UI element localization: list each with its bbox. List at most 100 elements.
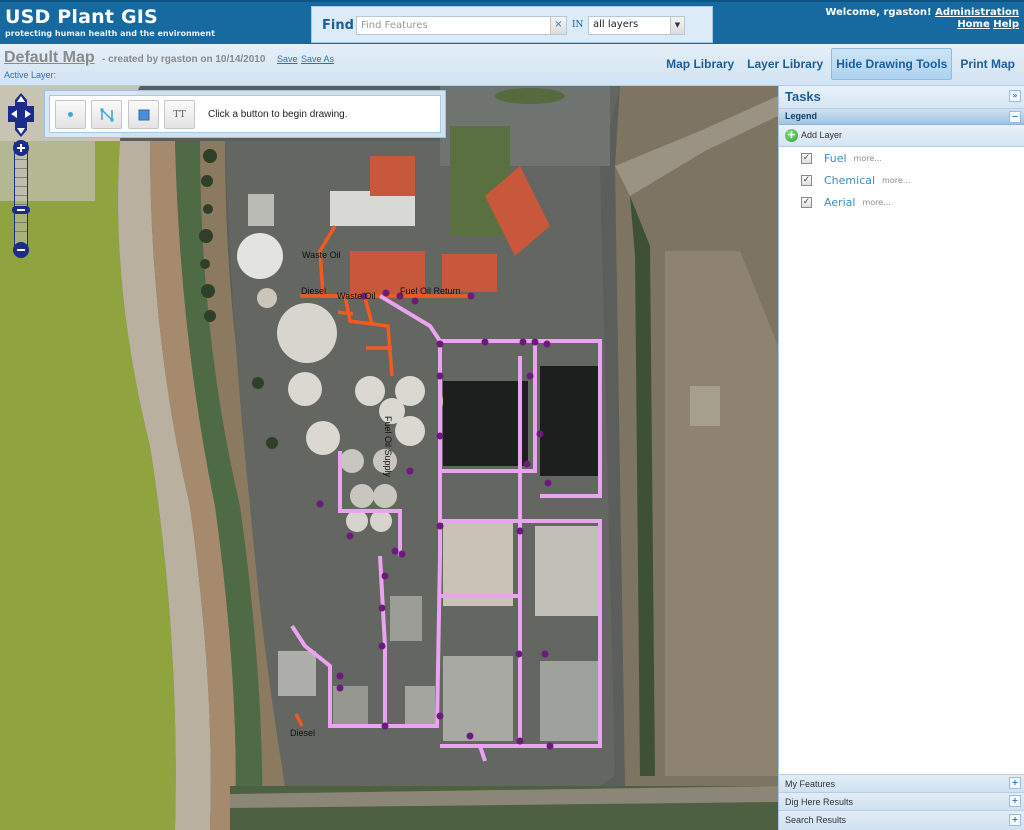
building [535, 526, 600, 616]
clarifier [277, 303, 337, 363]
text-icon: TT [173, 109, 186, 120]
drawing-hint: Click a button to begin drawing. [208, 109, 348, 120]
search-results-section[interactable]: Search Results + [779, 810, 1024, 830]
layer-library-link[interactable]: Layer Library [742, 48, 828, 80]
dig-here-results-label: Dig Here Results [785, 797, 854, 807]
label-diesel-2: Diesel [290, 728, 315, 738]
tasks-panel: Tasks » Legend − + Add Layer ✓ Fuel more… [778, 86, 1024, 830]
administration-link[interactable]: Administration [935, 7, 1019, 18]
building [540, 661, 600, 741]
map-canvas[interactable]: Waste Oil Diesel Waste Oil Fuel Oil Retu… [0, 86, 778, 830]
layer-name-chemical[interactable]: Chemical [824, 174, 875, 187]
draw-polygon-button[interactable] [128, 100, 159, 129]
dirt-lot [665, 251, 778, 776]
hide-drawing-tools-button[interactable]: Hide Drawing Tools [831, 48, 953, 80]
legend-title: Legend [785, 111, 818, 121]
building [278, 651, 316, 696]
draw-point-button[interactable] [55, 100, 86, 129]
pan-zoom-control [6, 92, 36, 260]
red-roof-building [370, 156, 415, 196]
user-area: Welcome, rgaston! Administration Home He… [825, 7, 1019, 31]
layer-checkbox-chemical[interactable]: ✓ [801, 174, 812, 186]
building [333, 686, 368, 726]
tank [257, 288, 277, 308]
home-link[interactable]: Home [957, 19, 989, 30]
drawing-toolbar-inner: TT Click a button to begin drawing. [49, 95, 441, 133]
tank [288, 372, 322, 406]
active-layer-label: Active Layer: [4, 70, 57, 80]
find-features-input[interactable] [357, 17, 550, 34]
find-label: Find [322, 18, 354, 33]
drawing-toolbar: TT Click a button to begin drawing. [44, 90, 446, 138]
tank [306, 421, 340, 455]
layer-checkbox-fuel[interactable]: ✓ [801, 152, 812, 164]
building [390, 596, 422, 641]
expand-icon[interactable]: + [1009, 795, 1021, 807]
app-title: USD Plant GIS [5, 6, 158, 28]
point-icon [68, 112, 73, 117]
label-diesel: Diesel [301, 286, 326, 296]
layer-more-fuel[interactable]: more... [854, 154, 882, 163]
digester [370, 510, 392, 532]
map-title[interactable]: Default Map [4, 49, 95, 67]
aerial-imagery: Waste Oil Diesel Waste Oil Fuel Oil Retu… [0, 86, 778, 830]
building [443, 656, 513, 741]
roundabout [495, 88, 565, 104]
save-as-link[interactable]: Save As [301, 54, 334, 64]
print-map-link[interactable]: Print Map [955, 48, 1020, 80]
app-tagline: protecting human health and the environm… [5, 29, 215, 38]
my-features-section[interactable]: My Features + [779, 774, 1024, 792]
tasks-header: Tasks » [779, 86, 1024, 108]
layer-more-aerial[interactable]: more... [862, 198, 890, 207]
shed [690, 386, 720, 426]
digester [340, 449, 364, 473]
draw-line-button[interactable] [91, 100, 122, 129]
chevron-down-icon[interactable]: ▼ [670, 17, 684, 34]
app-header: USD Plant GIS protecting human health an… [0, 0, 1024, 44]
collapse-legend-icon[interactable]: − [1009, 111, 1021, 123]
tank [395, 416, 425, 446]
polygon-icon [138, 109, 149, 120]
label-waste-oil: Waste Oil [302, 250, 341, 260]
collapse-panel-icon[interactable]: » [1009, 90, 1021, 102]
legend-layer-chemical: ✓ Chemical more... [801, 171, 910, 189]
in-label: IN [572, 20, 584, 30]
map-meta: - created by rgaston on 10/14/2010 [102, 54, 266, 65]
layer-name-aerial[interactable]: Aerial [824, 196, 855, 209]
dig-here-results-section[interactable]: Dig Here Results + [779, 792, 1024, 810]
layer-more-chemical[interactable]: more... [882, 176, 910, 185]
expand-icon[interactable]: + [1009, 777, 1021, 789]
add-layer-button[interactable]: + Add Layer [779, 125, 1024, 147]
help-link[interactable]: Help [993, 19, 1019, 30]
polyline-icon [100, 107, 113, 122]
digester [350, 484, 374, 508]
save-link[interactable]: Save [277, 54, 298, 64]
label-fuel-oil-return: Fuel Oil Return [400, 286, 461, 296]
brand: USD Plant GIS protecting human health an… [5, 6, 215, 39]
welcome-text: Welcome, rgaston! [825, 7, 932, 18]
tank [237, 233, 283, 279]
search-scope-select[interactable]: all layers ▼ [588, 16, 685, 35]
find-panel: Find × IN all layers ▼ [311, 6, 713, 43]
layer-checkbox-aerial[interactable]: ✓ [801, 196, 812, 208]
my-features-label: My Features [785, 779, 836, 789]
basin [540, 366, 600, 476]
draw-text-button[interactable]: TT [164, 100, 195, 129]
building [248, 194, 274, 226]
add-layer-label: Add Layer [801, 130, 843, 140]
zoom-slider-track[interactable] [14, 142, 28, 246]
clear-search-icon[interactable]: × [550, 17, 566, 34]
building [405, 686, 435, 724]
layer-name-fuel[interactable]: Fuel [824, 152, 847, 165]
map-toolbar: Default Map - created by rgaston on 10/1… [0, 44, 1024, 86]
basin [443, 381, 528, 466]
pan-control [8, 93, 34, 137]
add-circle-icon: + [785, 128, 798, 142]
legend-header[interactable]: Legend − [779, 108, 1024, 125]
expand-icon[interactable]: + [1009, 814, 1021, 826]
map-library-link[interactable]: Map Library [661, 48, 739, 80]
label-fuel-oil-supply: Fuel Oil Supply [383, 416, 393, 478]
building [330, 191, 415, 226]
tasks-title: Tasks [785, 89, 821, 104]
digester [373, 484, 397, 508]
